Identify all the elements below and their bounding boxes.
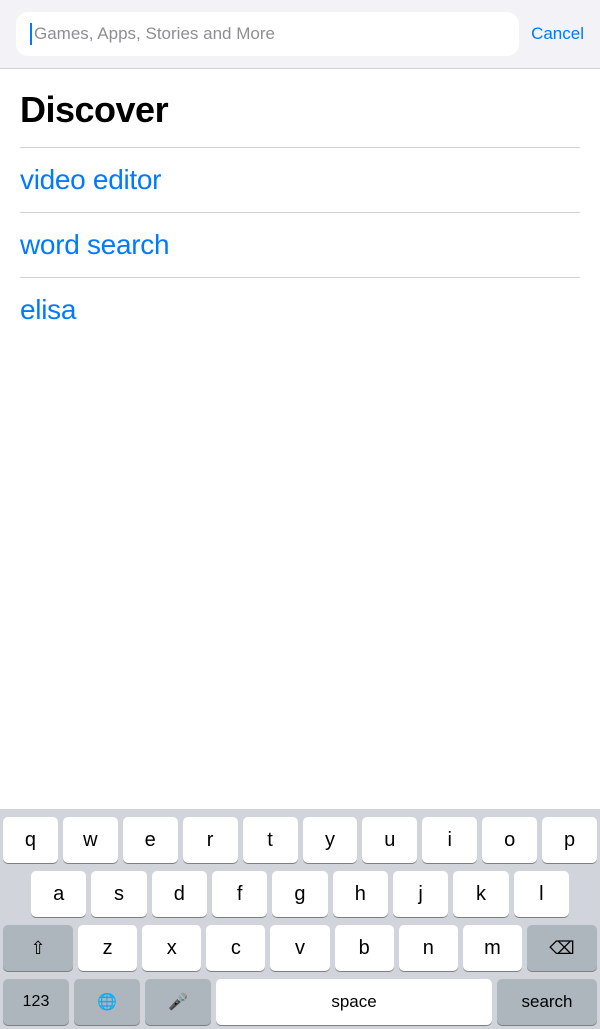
- key-a[interactable]: a: [31, 871, 86, 917]
- key-e[interactable]: e: [123, 817, 178, 863]
- keyboard: q w e r t y u i o p a s d f g h j k l ⇧ …: [0, 809, 600, 1029]
- delete-key[interactable]: ⌫: [527, 925, 597, 971]
- suggestion-item-1[interactable]: word search: [20, 213, 580, 277]
- key-w[interactable]: w: [63, 817, 118, 863]
- key-m[interactable]: m: [463, 925, 522, 971]
- suggestion-item-2[interactable]: elisa: [20, 278, 580, 342]
- numbers-key[interactable]: 123: [3, 979, 69, 1025]
- key-g[interactable]: g: [272, 871, 327, 917]
- key-p[interactable]: p: [542, 817, 597, 863]
- suggestion-text-1: word search: [20, 229, 169, 260]
- key-n[interactable]: n: [399, 925, 458, 971]
- space-key[interactable]: space: [216, 979, 492, 1025]
- key-x[interactable]: x: [142, 925, 201, 971]
- keyboard-row-2: a s d f g h j k l: [3, 871, 597, 917]
- search-key[interactable]: search: [497, 979, 597, 1025]
- key-j[interactable]: j: [393, 871, 448, 917]
- mic-key[interactable]: 🎤: [145, 979, 211, 1025]
- suggestion-item-0[interactable]: video editor: [20, 148, 580, 212]
- key-i[interactable]: i: [422, 817, 477, 863]
- numbers-label: 123: [23, 993, 50, 1011]
- keyboard-row-1: q w e r t y u i o p: [3, 817, 597, 863]
- mic-icon: 🎤: [168, 992, 188, 1012]
- globe-key[interactable]: 🌐: [74, 979, 140, 1025]
- keyboard-row-4: 123 🌐 🎤 space search: [3, 979, 597, 1025]
- search-placeholder: Games, Apps, Stories and More: [34, 24, 275, 44]
- globe-icon: 🌐: [97, 992, 117, 1012]
- discover-section: Discover video editor word search elisa: [0, 69, 600, 342]
- shift-icon: ⇧: [30, 938, 45, 959]
- suggestion-text-0: video editor: [20, 164, 161, 195]
- cancel-button[interactable]: Cancel: [531, 20, 584, 48]
- key-k[interactable]: k: [453, 871, 508, 917]
- key-v[interactable]: v: [270, 925, 329, 971]
- key-q[interactable]: q: [3, 817, 58, 863]
- delete-icon: ⌫: [549, 938, 574, 959]
- key-h[interactable]: h: [333, 871, 388, 917]
- suggestion-text-2: elisa: [20, 294, 76, 325]
- space-label: space: [331, 992, 376, 1012]
- key-f[interactable]: f: [212, 871, 267, 917]
- key-r[interactable]: r: [183, 817, 238, 863]
- key-s[interactable]: s: [91, 871, 146, 917]
- key-t[interactable]: t: [243, 817, 298, 863]
- key-o[interactable]: o: [482, 817, 537, 863]
- key-c[interactable]: c: [206, 925, 265, 971]
- key-z[interactable]: z: [78, 925, 137, 971]
- search-input[interactable]: Games, Apps, Stories and More: [16, 12, 519, 56]
- cursor: [30, 23, 32, 45]
- shift-key[interactable]: ⇧: [3, 925, 73, 971]
- key-b[interactable]: b: [335, 925, 394, 971]
- keyboard-row-3: ⇧ z x c v b n m ⌫: [3, 925, 597, 971]
- search-bar-area: Games, Apps, Stories and More Cancel: [0, 0, 600, 69]
- key-y[interactable]: y: [303, 817, 358, 863]
- discover-title: Discover: [20, 89, 580, 131]
- search-label: search: [521, 992, 572, 1012]
- key-d[interactable]: d: [152, 871, 207, 917]
- key-u[interactable]: u: [362, 817, 417, 863]
- key-l[interactable]: l: [514, 871, 569, 917]
